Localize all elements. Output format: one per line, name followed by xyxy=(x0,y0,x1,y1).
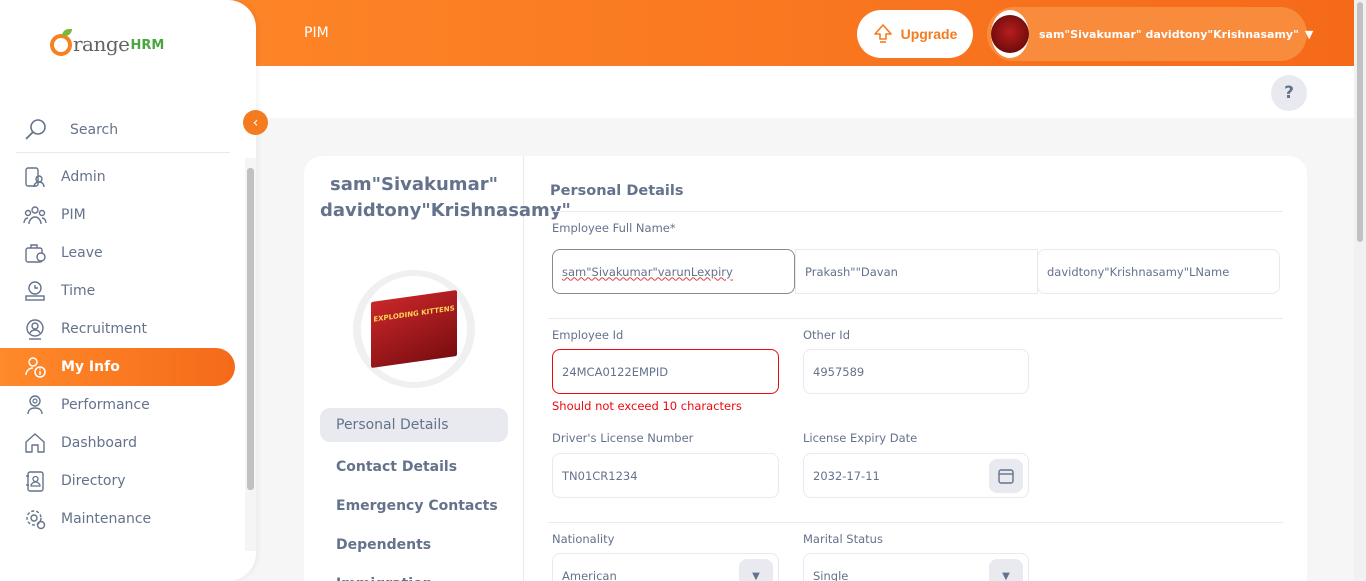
sidebar-item-label: Leave xyxy=(61,245,103,261)
employee-photo[interactable]: EXPLODING KITTENS xyxy=(353,270,475,388)
performance-icon xyxy=(22,393,47,418)
sidebar-item-label: Directory xyxy=(61,473,126,489)
divider xyxy=(548,318,1283,319)
chevron-down-icon: ▼ xyxy=(989,559,1023,581)
sidebar-item-recruitment[interactable]: Recruitment xyxy=(0,310,256,348)
sidebar-item-label: My Info xyxy=(61,359,120,375)
time-icon xyxy=(22,279,47,304)
tab-dependents[interactable]: Dependents xyxy=(320,525,508,564)
sidebar-collapse-button[interactable]: ‹ xyxy=(243,110,268,135)
upgrade-button[interactable]: Upgrade xyxy=(857,10,973,58)
avatar xyxy=(991,10,1029,58)
pim-icon xyxy=(22,203,47,228)
user-name: sam"Sivakumar" davidtony"Krishnasamy" xyxy=(1039,27,1299,41)
sidebar-item-leave[interactable]: Leave xyxy=(0,234,256,272)
sidebar: range HRM Search Admin PIM Leave Time Re… xyxy=(0,0,256,581)
search-icon xyxy=(25,119,46,140)
search-label: Search xyxy=(70,122,119,138)
marital-status-select[interactable]: Single ▼ xyxy=(803,553,1029,581)
sidebar-nav: Admin PIM Leave Time Recruitment My Info… xyxy=(0,158,256,538)
user-dropdown[interactable]: sam"Sivakumar" davidtony"Krishnasamy" ▼ xyxy=(987,7,1313,61)
brand-logo: range HRM xyxy=(50,29,164,56)
sidebar-item-performance[interactable]: Performance xyxy=(0,386,256,424)
tab-contact-details[interactable]: Contact Details xyxy=(320,447,508,486)
chevron-down-icon: ▼ xyxy=(739,559,773,581)
profile-tabs: Personal Details Contact Details Emergen… xyxy=(320,408,508,581)
first-name-input[interactable]: sam"Sivakumar"varunLexpiry xyxy=(552,249,795,294)
employee-id-label: Employee Id xyxy=(552,328,624,342)
license-input[interactable]: TN01CR1234 xyxy=(552,453,779,498)
module-title: PIM xyxy=(304,25,329,41)
employee-id-error: Should not exceed 10 characters xyxy=(552,399,742,413)
sidebar-item-admin[interactable]: Admin xyxy=(0,158,256,196)
maintenance-icon xyxy=(22,507,47,532)
divider xyxy=(548,211,1283,212)
recruitment-icon xyxy=(22,317,47,342)
sidebar-item-label: Performance xyxy=(61,397,150,413)
other-id-input[interactable]: 4957589 xyxy=(803,349,1029,394)
sub-header xyxy=(256,66,1354,118)
last-name-input[interactable]: davidtony"Krishnasamy"LName xyxy=(1037,249,1280,294)
sidebar-search[interactable]: Search xyxy=(16,108,230,153)
help-button[interactable]: ? xyxy=(1271,75,1307,111)
sidebar-item-label: Recruitment xyxy=(61,321,148,337)
sidebar-item-label: Maintenance xyxy=(61,511,152,527)
divider xyxy=(548,522,1283,523)
tab-immigration[interactable]: Immigration xyxy=(320,564,508,581)
chevron-down-icon: ▼ xyxy=(1304,27,1314,41)
sidebar-item-label: Time xyxy=(61,283,96,299)
sidebar-item-my-info[interactable]: My Info xyxy=(0,348,235,386)
middle-name-input[interactable]: Prakash""Davan xyxy=(795,249,1038,294)
employee-name: sam"Sivakumar" davidtony"Krishnasamy" xyxy=(320,174,571,221)
marital-status-label: Marital Status xyxy=(803,532,883,546)
sidebar-item-time[interactable]: Time xyxy=(0,272,256,310)
page-scrollbar-thumb[interactable] xyxy=(1357,2,1363,242)
sidebar-item-pim[interactable]: PIM xyxy=(0,196,256,234)
nationality-select[interactable]: American ▼ xyxy=(552,553,779,581)
license-expiry-label: License Expiry Date xyxy=(803,431,918,445)
my-info-icon xyxy=(22,355,47,380)
sidebar-item-label: Dashboard xyxy=(61,435,137,451)
chevron-left-icon: ‹ xyxy=(252,114,259,131)
directory-icon xyxy=(22,469,47,494)
upgrade-icon xyxy=(873,24,892,43)
sidebar-item-dashboard[interactable]: Dashboard xyxy=(0,424,256,462)
dashboard-icon xyxy=(22,431,47,456)
upgrade-label: Upgrade xyxy=(900,26,958,42)
sidebar-scrollbar-thumb[interactable] xyxy=(247,168,254,490)
page-title: Personal Details xyxy=(550,183,684,199)
photo-image: EXPLODING KITTENS xyxy=(371,289,457,369)
employee-id-input[interactable]: 24MCA0122EMPID xyxy=(552,349,779,394)
sidebar-item-directory[interactable]: Directory xyxy=(0,462,256,500)
other-id-label: Other Id xyxy=(803,328,850,342)
license-expiry-input[interactable]: 2032-17-11 xyxy=(803,453,1029,498)
tab-personal-details[interactable]: Personal Details xyxy=(320,408,508,442)
full-name-label: Employee Full Name* xyxy=(552,221,676,235)
admin-icon xyxy=(22,165,47,190)
sidebar-item-maintenance[interactable]: Maintenance xyxy=(0,500,256,538)
tab-emergency-contacts[interactable]: Emergency Contacts xyxy=(320,486,508,525)
sidebar-item-label: PIM xyxy=(61,207,86,223)
calendar-icon[interactable] xyxy=(989,459,1023,493)
license-label: Driver's License Number xyxy=(552,431,694,445)
leave-icon xyxy=(22,241,47,266)
sidebar-item-label: Admin xyxy=(61,169,106,185)
nationality-label: Nationality xyxy=(552,532,615,546)
